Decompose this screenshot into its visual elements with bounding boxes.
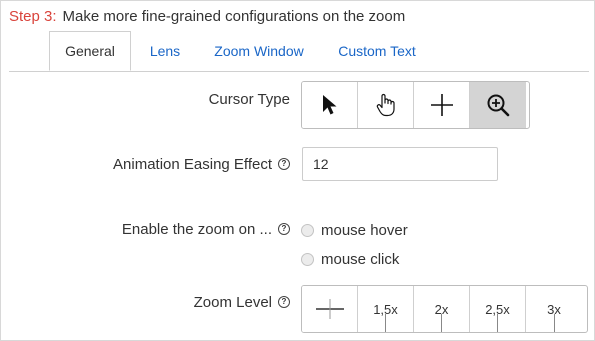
- cursor-option-hand[interactable]: [358, 82, 414, 128]
- arrow-cursor-icon: [322, 95, 336, 115]
- zoom-level-text: 3x: [547, 302, 561, 332]
- zoom-in-icon: [487, 94, 510, 117]
- tab-zoom-window[interactable]: Zoom Window: [207, 31, 311, 71]
- zoom-level-none[interactable]: [302, 286, 358, 332]
- step-heading: Step 3: Make more fine-grained configurat…: [9, 8, 405, 25]
- step-number: Step 3:: [9, 8, 57, 25]
- zoom-level-label: Zoom Level?: [194, 294, 290, 311]
- crosshair-icon: [430, 94, 453, 116]
- enable-zoom-label: Enable the zoom on ...?: [122, 221, 290, 238]
- zoom-level-text: 2x: [435, 302, 448, 332]
- zoom-level-label-text: Zoom Level: [193, 294, 272, 311]
- enable-zoom-label-text: Enable the zoom on ...: [121, 221, 272, 238]
- step-text: Make more fine-grained configurations on…: [62, 8, 406, 25]
- cursor-option-arrow[interactable]: [302, 82, 358, 128]
- zoom-level-group: 1,5x 2x 2,5x 3x: [301, 285, 588, 333]
- tab-custom-text[interactable]: Custom Text: [329, 31, 425, 71]
- radio-mouse-hover[interactable]: mouse hover: [301, 222, 408, 239]
- help-icon[interactable]: ?: [278, 223, 290, 236]
- easing-input[interactable]: 12: [302, 147, 498, 181]
- tab-general[interactable]: General: [49, 31, 131, 71]
- cursor-type-group: [301, 81, 530, 129]
- zoom-level-text: 2,5x: [485, 302, 510, 332]
- zoom-level-1-5x[interactable]: 1,5x: [358, 286, 414, 332]
- zoom-level-2-5x[interactable]: 2,5x: [470, 286, 526, 332]
- help-icon[interactable]: ?: [278, 158, 290, 171]
- cursor-option-zoom[interactable]: [470, 82, 526, 128]
- radio-label: mouse click: [321, 251, 400, 268]
- cursor-option-crosshair[interactable]: [414, 82, 470, 128]
- tab-lens[interactable]: Lens: [141, 31, 189, 71]
- radio-circle[interactable]: [301, 224, 314, 237]
- radio-circle[interactable]: [301, 253, 314, 266]
- hand-cursor-icon: [376, 93, 395, 117]
- none-dash-icon: [315, 299, 344, 319]
- easing-label-text: Animation Easing Effect: [113, 156, 272, 173]
- cursor-type-label: Cursor Type: [208, 91, 290, 108]
- zoom-level-text: 1,5x: [373, 302, 398, 332]
- zoom-level-2x[interactable]: 2x: [414, 286, 470, 332]
- radio-label: mouse hover: [321, 222, 408, 239]
- tab-bar: General Lens Zoom Window Custom Text: [9, 31, 589, 72]
- help-icon[interactable]: ?: [278, 296, 290, 309]
- zoom-level-3x[interactable]: 3x: [526, 286, 582, 332]
- easing-label: Animation Easing Effect?: [113, 156, 290, 173]
- radio-mouse-click[interactable]: mouse click: [301, 251, 399, 268]
